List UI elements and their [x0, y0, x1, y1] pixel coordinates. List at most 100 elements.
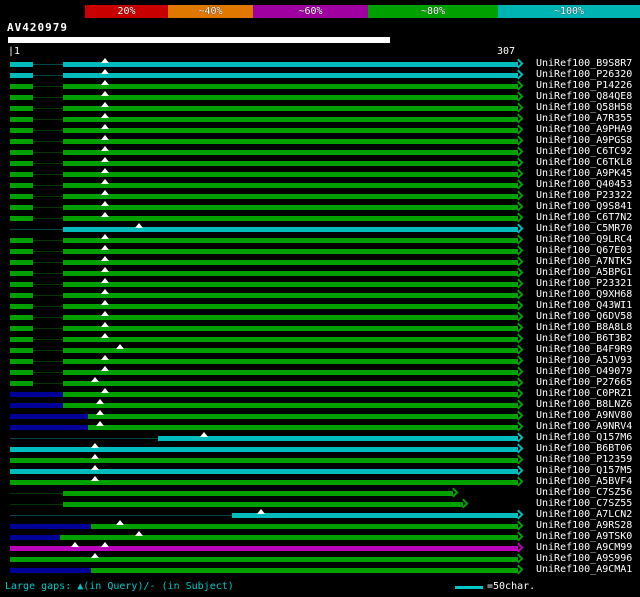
- hsp-segment[interactable]: [63, 293, 518, 298]
- hit-label[interactable]: UniRef100_Q43WI1: [536, 300, 632, 311]
- hit-label[interactable]: UniRef100_A7R355: [536, 113, 632, 124]
- hsp-segment[interactable]: [63, 139, 518, 144]
- hsp-segment[interactable]: [63, 271, 518, 276]
- hit-label[interactable]: UniRef100_Q9XH68: [536, 289, 632, 300]
- hsp-segment[interactable]: [10, 524, 91, 529]
- hsp-segment[interactable]: [91, 524, 518, 529]
- hit-label[interactable]: UniRef100_Q58H58: [536, 102, 632, 113]
- hit-label[interactable]: UniRef100_A9PHA9: [536, 124, 632, 135]
- hit-label[interactable]: UniRef100_B6BT06: [536, 443, 632, 454]
- hit-label[interactable]: UniRef100_C6TKL8: [536, 157, 632, 168]
- hsp-segment[interactable]: [10, 216, 33, 221]
- hsp-segment[interactable]: [10, 414, 88, 419]
- hsp-segment[interactable]: [63, 73, 518, 78]
- hit-label[interactable]: UniRef100_A5BPG1: [536, 267, 632, 278]
- hit-label[interactable]: UniRef100_A9PK45: [536, 168, 632, 179]
- hsp-segment[interactable]: [10, 139, 33, 144]
- hsp-segment[interactable]: [10, 546, 518, 551]
- hsp-segment[interactable]: [63, 117, 518, 122]
- hsp-segment[interactable]: [63, 84, 518, 89]
- hit-label[interactable]: UniRef100_B9S8R7: [536, 58, 632, 69]
- hsp-segment[interactable]: [10, 447, 518, 452]
- hsp-segment[interactable]: [10, 535, 60, 540]
- hit-label[interactable]: UniRef100_Q40453: [536, 179, 632, 190]
- hsp-segment[interactable]: [10, 260, 33, 265]
- hit-label[interactable]: UniRef100_O49079: [536, 366, 632, 377]
- hsp-segment[interactable]: [10, 337, 33, 342]
- hit-label[interactable]: UniRef100_C7SZ55: [536, 498, 632, 509]
- hsp-segment[interactable]: [10, 249, 33, 254]
- hsp-segment[interactable]: [10, 370, 33, 375]
- hit-label[interactable]: UniRef100_A9CM99: [536, 542, 632, 553]
- hit-label[interactable]: UniRef100_P27665: [536, 377, 632, 388]
- hsp-segment[interactable]: [10, 183, 33, 188]
- hit-label[interactable]: UniRef100_A5JV93: [536, 355, 632, 366]
- hsp-segment[interactable]: [10, 205, 33, 210]
- hsp-segment[interactable]: [10, 73, 33, 78]
- hsp-segment[interactable]: [63, 150, 518, 155]
- hsp-segment[interactable]: [10, 480, 518, 485]
- hsp-segment[interactable]: [63, 106, 518, 111]
- hsp-segment[interactable]: [10, 95, 33, 100]
- hit-label[interactable]: UniRef100_C6T7N2: [536, 212, 632, 223]
- hsp-segment[interactable]: [63, 62, 518, 67]
- hit-label[interactable]: UniRef100_Q84QE8: [536, 91, 632, 102]
- hsp-segment[interactable]: [63, 359, 518, 364]
- hit-label[interactable]: UniRef100_B4F9R9: [536, 344, 632, 355]
- hit-label[interactable]: UniRef100_Q157M6: [536, 432, 632, 443]
- hsp-segment[interactable]: [158, 436, 518, 441]
- hit-label[interactable]: UniRef100_A9RS28: [536, 520, 632, 531]
- hsp-segment[interactable]: [63, 260, 518, 265]
- hsp-segment[interactable]: [10, 403, 63, 408]
- hsp-segment[interactable]: [10, 150, 33, 155]
- hsp-segment[interactable]: [10, 271, 33, 276]
- hsp-segment[interactable]: [10, 282, 33, 287]
- hsp-segment[interactable]: [63, 238, 518, 243]
- hit-label[interactable]: UniRef100_A9PGS8: [536, 135, 632, 146]
- hsp-segment[interactable]: [63, 161, 518, 166]
- hsp-segment[interactable]: [63, 403, 518, 408]
- hit-label[interactable]: UniRef100_C6TC92: [536, 146, 632, 157]
- hit-label[interactable]: UniRef100_Q67E03: [536, 245, 632, 256]
- hsp-segment[interactable]: [10, 84, 33, 89]
- hit-label[interactable]: UniRef100_A9CMA1: [536, 564, 632, 575]
- hit-label[interactable]: UniRef100_P23322: [536, 190, 632, 201]
- hit-label[interactable]: UniRef100_A9TSK0: [536, 531, 632, 542]
- hsp-segment[interactable]: [10, 425, 88, 430]
- hit-label[interactable]: UniRef100_P14226: [536, 80, 632, 91]
- hsp-segment[interactable]: [91, 568, 518, 573]
- hsp-segment[interactable]: [10, 315, 33, 320]
- hsp-segment[interactable]: [63, 326, 518, 331]
- hsp-segment[interactable]: [10, 293, 33, 298]
- hsp-segment[interactable]: [63, 348, 518, 353]
- hit-label[interactable]: UniRef100_C7SZ56: [536, 487, 632, 498]
- hit-label[interactable]: UniRef100_A9NV80: [536, 410, 632, 421]
- hsp-segment[interactable]: [63, 392, 518, 397]
- hsp-segment[interactable]: [10, 106, 33, 111]
- hit-label[interactable]: UniRef100_C5MR70: [536, 223, 632, 234]
- hsp-segment[interactable]: [63, 282, 518, 287]
- hsp-segment[interactable]: [10, 469, 518, 474]
- hsp-segment[interactable]: [10, 392, 63, 397]
- hit-label[interactable]: UniRef100_A9S996: [536, 553, 632, 564]
- hsp-segment[interactable]: [88, 414, 518, 419]
- hit-label[interactable]: UniRef100_C0PRZ1: [536, 388, 632, 399]
- hsp-segment[interactable]: [63, 216, 518, 221]
- hit-label[interactable]: UniRef100_B8A8L8: [536, 322, 632, 333]
- hit-label[interactable]: UniRef100_B8LNZ6: [536, 399, 632, 410]
- hsp-segment[interactable]: [63, 337, 518, 342]
- hsp-segment[interactable]: [10, 359, 33, 364]
- hit-label[interactable]: UniRef100_A7NTK5: [536, 256, 632, 267]
- hsp-segment[interactable]: [10, 194, 33, 199]
- hsp-segment[interactable]: [63, 491, 453, 496]
- hit-label[interactable]: UniRef100_P12359: [536, 454, 632, 465]
- hsp-segment[interactable]: [63, 370, 518, 375]
- hsp-segment[interactable]: [10, 348, 33, 353]
- hsp-segment[interactable]: [232, 513, 518, 518]
- hit-label[interactable]: UniRef100_Q6DV58: [536, 311, 632, 322]
- hsp-segment[interactable]: [10, 304, 33, 309]
- hsp-segment[interactable]: [63, 172, 518, 177]
- hsp-segment[interactable]: [63, 502, 463, 507]
- hsp-segment[interactable]: [63, 183, 518, 188]
- hsp-segment[interactable]: [10, 568, 91, 573]
